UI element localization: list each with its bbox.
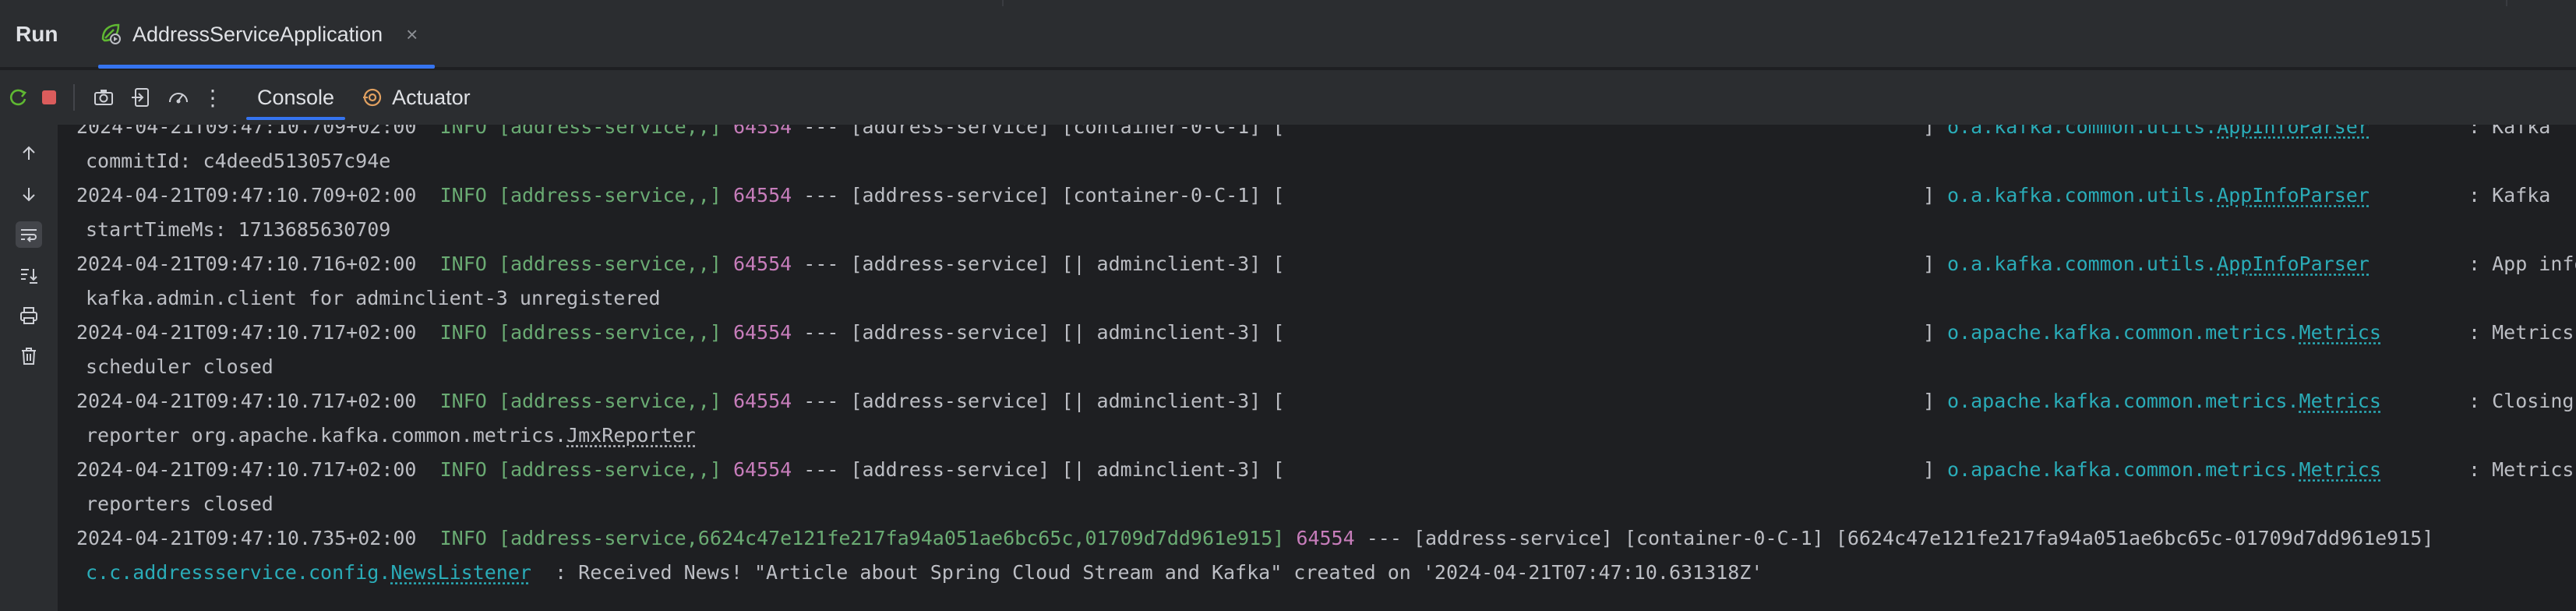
logger-name[interactable]: o.apache.kafka.common.metrics.Metrics: [1947, 390, 2381, 412]
log-close-bracket: ]: [1923, 458, 1936, 481]
log-continuation: startTimeMs: 1713685630709: [86, 218, 391, 241]
tab-label: AddressServiceApplication: [132, 22, 383, 46]
log-continuation: reporter org.apache.kafka.common.metrics…: [86, 424, 696, 447]
console-output[interactable]: 2024-04-21T09:47:10.709+02:00 INFO [addr…: [59, 115, 2576, 611]
logger-name[interactable]: o.apache.kafka.common.metrics.Metrics: [1947, 458, 2381, 481]
toolbar-separator: [73, 84, 75, 111]
soft-wrap-icon[interactable]: [16, 221, 42, 248]
run-title: Run: [16, 22, 58, 46]
logger-name[interactable]: o.a.kafka.common.utils.AppInfoParser: [1947, 253, 2370, 275]
spring-boot-run-icon: [98, 20, 123, 49]
top-divider: [2506, 0, 2507, 6]
log-message: : Kafka: [2468, 184, 2551, 207]
console-tab-label: Console: [257, 85, 335, 109]
log-message: : Metrics: [2468, 321, 2574, 344]
more-options-icon[interactable]: ⋮: [199, 84, 226, 111]
log-line: 2024-04-21T09:47:10.716+02:00 INFO [addr…: [76, 253, 1285, 275]
log-line: 2024-04-21T09:47:10.717+02:00 INFO [addr…: [76, 390, 1285, 412]
tab-actuator[interactable]: Actuator: [356, 70, 492, 125]
logger-name[interactable]: o.apache.kafka.common.metrics.Metrics: [1947, 321, 2381, 344]
scroll-to-end-icon[interactable]: [16, 262, 42, 288]
log-continuation: c.c.addressservice.config.NewsListener :…: [86, 561, 1763, 584]
tool-window-header: Run AddressServiceApplication ×: [0, 0, 2576, 69]
active-tab-indicator: [98, 65, 435, 69]
top-divider: [1002, 0, 1004, 6]
logger-name[interactable]: c.c.addressservice.config.NewsListener: [86, 561, 531, 584]
log-continuation: kafka.admin.client for adminclient-3 unr…: [86, 287, 661, 309]
log-continuation: reporters closed: [86, 493, 273, 515]
log-message: : Metrics: [2468, 458, 2574, 481]
log-line: 2024-04-21T09:47:10.735+02:00 INFO [addr…: [76, 527, 2434, 549]
actuator-icon: [361, 86, 384, 109]
console-side-toolbar: [0, 125, 59, 611]
log-close-bracket: ]: [1923, 184, 1936, 207]
log-line: 2024-04-21T09:47:10.717+02:00 INFO [addr…: [76, 458, 1285, 481]
rerun-icon[interactable]: [5, 84, 31, 111]
log-message: : App info: [2468, 253, 2576, 275]
log-line: 2024-04-21T09:47:10.709+02:00 INFO [addr…: [76, 184, 1285, 207]
tab-console[interactable]: Console: [235, 70, 356, 125]
camera-icon[interactable]: [90, 84, 117, 111]
print-icon[interactable]: [16, 302, 42, 329]
arrow-up-icon[interactable]: [16, 140, 42, 167]
arrow-down-icon[interactable]: [16, 181, 42, 207]
run-toolbar: ⋮ Console Actuator: [0, 70, 2576, 125]
log-close-bracket: ]: [1923, 390, 1936, 412]
close-tab-icon[interactable]: ×: [406, 23, 418, 47]
profiler-icon[interactable]: [165, 84, 192, 111]
log-message: : Closing: [2468, 390, 2574, 412]
class-reference-link[interactable]: JmxReporter: [566, 424, 696, 447]
log-close-bracket: ]: [1923, 321, 1936, 344]
log-close-bracket: ]: [1923, 253, 1936, 275]
log-continuation: commitId: c4deed513057c94e: [86, 150, 391, 172]
stop-icon[interactable]: [36, 84, 62, 111]
exit-icon[interactable]: [128, 84, 154, 111]
log-line: 2024-04-21T09:47:10.717+02:00 INFO [addr…: [76, 321, 1285, 344]
active-tab-indicator: [246, 117, 346, 120]
logger-name[interactable]: o.a.kafka.common.utils.AppInfoParser: [1947, 184, 2370, 207]
actuator-tab-label: Actuator: [392, 85, 471, 109]
trash-icon[interactable]: [16, 343, 42, 369]
log-continuation: scheduler closed: [86, 355, 273, 378]
tab-address-service-application[interactable]: AddressServiceApplication ×: [92, 0, 435, 69]
